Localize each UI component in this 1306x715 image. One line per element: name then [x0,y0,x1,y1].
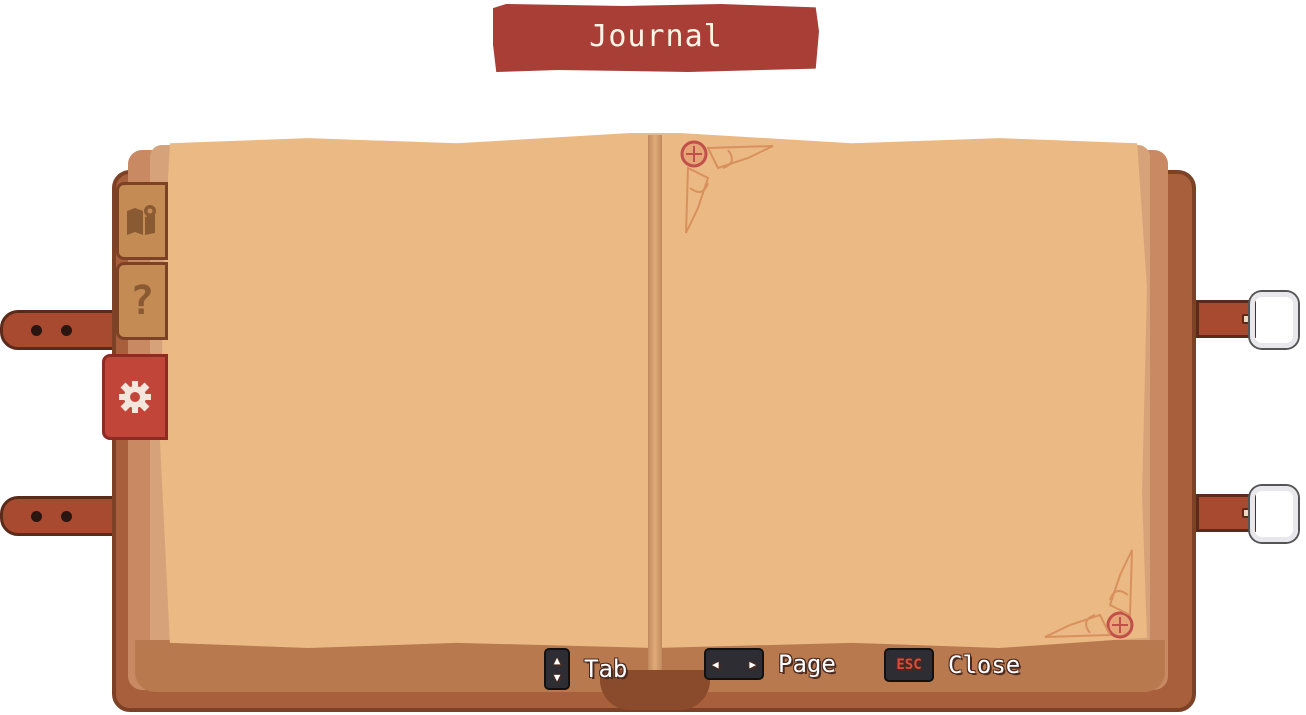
left-right-key-icon: ◀ ▶ [704,648,764,680]
hint-tab-label: Tab [584,655,628,683]
arrow-left-icon: ◀ [712,657,719,671]
arrow-right-icon: ▶ [749,657,756,671]
strap-hole [61,325,72,336]
question-icon: ? [129,278,155,324]
hint-tab: ▲ ▼ Tab [544,648,627,690]
hint-page: ◀ ▶ Page [704,648,836,680]
gear-icon [119,381,151,413]
map-pin-icon [127,205,156,235]
left-strap-lower [0,496,118,536]
hint-close[interactable]: ESC Close [884,648,1020,682]
esc-key-icon: ESC [884,648,934,682]
strap-hole [31,325,42,336]
hint-close-label: Close [948,651,1021,679]
corner-ornament-bottom-right-icon [1044,549,1134,639]
buckle-upper [1250,292,1298,348]
journal-title-banner: Journal [493,4,819,72]
up-down-key-icon: ▲ ▼ [544,648,570,690]
left-strap-upper [0,310,118,350]
strap-hole [31,511,42,522]
tab-settings[interactable] [102,354,168,440]
tab-help[interactable]: ? [116,262,168,340]
arrow-up-icon: ▲ [553,654,561,667]
arrow-down-icon: ▼ [553,671,561,684]
journal-title: Journal [589,18,723,54]
left-page [160,133,655,648]
book-spine [648,135,662,695]
hint-page-label: Page [778,650,836,678]
tab-map[interactable] [116,182,168,260]
strap-hole [61,511,72,522]
buckle-lower [1250,486,1298,542]
corner-ornament-top-left-icon [680,140,774,234]
